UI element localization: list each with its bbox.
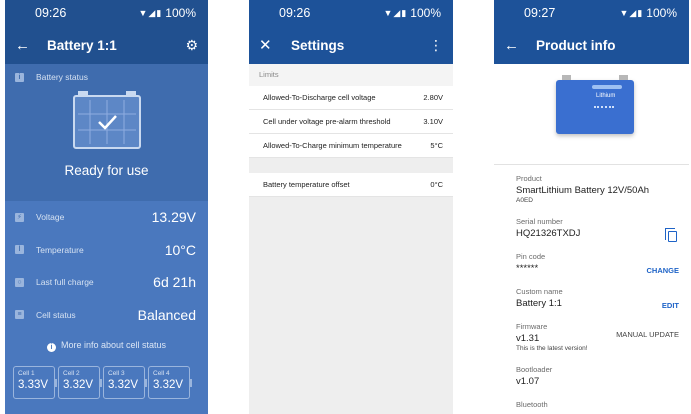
cell-status-row: ≡ Cell status Balanced xyxy=(5,299,208,332)
serial-number-row: Serial number HQ21326TXDJ xyxy=(494,208,689,243)
battery-status-section: i Battery status Ready for use xyxy=(5,64,208,201)
info-circle-icon: i xyxy=(46,343,56,352)
last-full-charge-value: 6d 21h xyxy=(153,274,196,291)
status-time: 09:27 xyxy=(524,6,556,20)
app-bar: ← Battery 1:1 ⚙ xyxy=(5,26,208,64)
battery-icon xyxy=(73,91,141,149)
product-row: Product SmartLithium Battery 12V/50Ah A0… xyxy=(516,174,650,204)
gear-icon[interactable]: ⚙ xyxy=(185,37,198,54)
setting-row[interactable]: Allowed-To-Charge minimum temperature 5°… xyxy=(249,134,453,158)
product-info-list: Product SmartLithium Battery 12V/50Ah A0… xyxy=(494,164,689,414)
last-full-charge-row: ○ Last full charge 6d 21h xyxy=(5,266,208,299)
more-info-link[interactable]: i More info about cell status xyxy=(5,340,208,352)
cell-status-value: Balanced xyxy=(137,306,196,323)
temperature-row: ǀ Temperature 10°C xyxy=(5,234,208,267)
cell-card: Cell 1 3.33V xyxy=(13,366,57,399)
status-battery: 100% xyxy=(410,6,441,20)
status-time: 09:26 xyxy=(279,6,311,20)
back-arrow-icon[interactable]: ← xyxy=(15,37,33,54)
bluetooth-row: Bluetooth xyxy=(516,400,548,409)
voltage-value: 13.29V xyxy=(151,209,196,226)
cell-card: Cell 4 3.32V xyxy=(148,366,192,399)
divider xyxy=(249,158,453,173)
signal-icon: ▼◢▮ xyxy=(383,7,408,18)
status-bar: 09:26 ▼◢▮ 100% xyxy=(249,0,453,26)
close-icon[interactable]: ✕ xyxy=(259,36,277,54)
signal-icon: ▼◢▮ xyxy=(138,7,163,18)
thermometer-icon: ǀ xyxy=(15,245,24,255)
status-time: 09:26 xyxy=(35,6,67,20)
page-title: Product info xyxy=(536,37,616,53)
setting-row[interactable]: Allowed-To-Discharge cell voltage 2.80V xyxy=(249,86,453,110)
metrics-list: ⚡ Voltage 13.29V ǀ Temperature 10°C ○ Last … xyxy=(5,201,208,331)
voltage-row: ⚡ Voltage 13.29V xyxy=(5,201,208,234)
settings-screen: 09:26 ▼◢▮ 100% ✕ Settings ⋮ Limits Allow… xyxy=(249,0,453,414)
battery-status-label: Battery status xyxy=(36,72,88,82)
status-bar: 09:26 ▼◢▮ 100% xyxy=(5,0,208,26)
firmware-row: Firmware v1.31 This is the latest versio… xyxy=(516,322,679,352)
temperature-value: 10°C xyxy=(164,241,196,258)
setting-row[interactable]: Battery temperature offset 0°C xyxy=(249,173,453,197)
app-bar: ✕ Settings ⋮ xyxy=(249,26,453,64)
signal-icon: ▼◢▮ xyxy=(619,7,644,18)
more-vert-icon[interactable]: ⋮ xyxy=(429,37,443,54)
cell-card: Cell 2 3.32V xyxy=(58,366,102,399)
status-battery: 100% xyxy=(165,6,196,20)
manual-update-button[interactable]: MANUAL UPDATE xyxy=(616,330,679,339)
copy-icon[interactable] xyxy=(665,228,677,242)
product-info-screen: 09:27 ▼◢▮ 100% ← Product info Lithium Pr… xyxy=(494,0,689,414)
status-battery: 100% xyxy=(646,6,677,20)
page-title: Settings xyxy=(291,37,345,53)
edit-name-button[interactable]: EDIT xyxy=(662,301,679,310)
app-bar: ← Product info xyxy=(494,26,689,64)
list-icon: ≡ xyxy=(15,310,24,320)
cell-list: Cell 1 3.33V Cell 2 3.32V Cell 3 3.32V C… xyxy=(13,366,203,399)
bootloader-row: Bootloader v1.07 xyxy=(516,365,553,387)
custom-name-row: Custom name Battery 1:1 EDIT xyxy=(516,287,679,310)
info-icon: i xyxy=(15,72,24,82)
brand-logo-icon xyxy=(592,85,622,89)
voltage-icon: ⚡ xyxy=(15,212,24,222)
battery-product-picture: Lithium xyxy=(556,75,634,134)
change-pin-button[interactable]: CHANGE xyxy=(646,266,679,275)
cell-card: Cell 3 3.32V xyxy=(103,366,147,399)
page-title: Battery 1:1 xyxy=(47,37,117,53)
product-image: Lithium xyxy=(494,64,689,164)
battery-screen: 09:26 ▼◢▮ 100% ← Battery 1:1 ⚙ i Battery… xyxy=(5,0,208,414)
pin-code-row: Pin code ****** CHANGE xyxy=(516,252,679,275)
limits-section-label: Limits xyxy=(249,64,453,86)
status-bar: 09:27 ▼◢▮ 100% xyxy=(494,0,689,26)
battery-state: Ready for use xyxy=(64,163,149,178)
back-arrow-icon[interactable]: ← xyxy=(504,37,522,54)
setting-row[interactable]: Cell under voltage pre-alarm threshold 3… xyxy=(249,110,453,134)
clock-icon: ○ xyxy=(15,277,24,287)
